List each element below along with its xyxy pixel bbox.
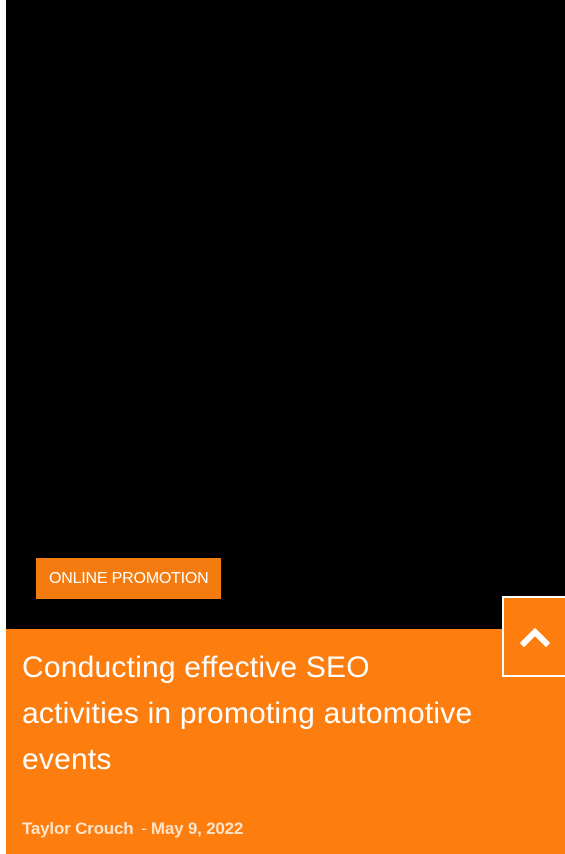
post-meta: Taylor Crouch - May 9, 2022 xyxy=(22,819,243,839)
category-badge[interactable]: ONLINE PROMOTION xyxy=(36,558,222,599)
meta-separator: - xyxy=(141,819,147,838)
post-date: May 9, 2022 xyxy=(150,819,244,838)
post-card[interactable]: ONLINE PROMOTION Conducting effective SE… xyxy=(6,0,565,854)
scroll-to-top-button[interactable] xyxy=(502,596,565,677)
post-title[interactable]: Conducting effective SEO activities in p… xyxy=(22,645,492,783)
post-info-panel: Conducting effective SEO activities in p… xyxy=(6,629,565,854)
author-name[interactable]: Taylor Crouch xyxy=(22,819,134,838)
chevron-up-icon xyxy=(519,627,550,647)
featured-image[interactable] xyxy=(6,0,565,629)
